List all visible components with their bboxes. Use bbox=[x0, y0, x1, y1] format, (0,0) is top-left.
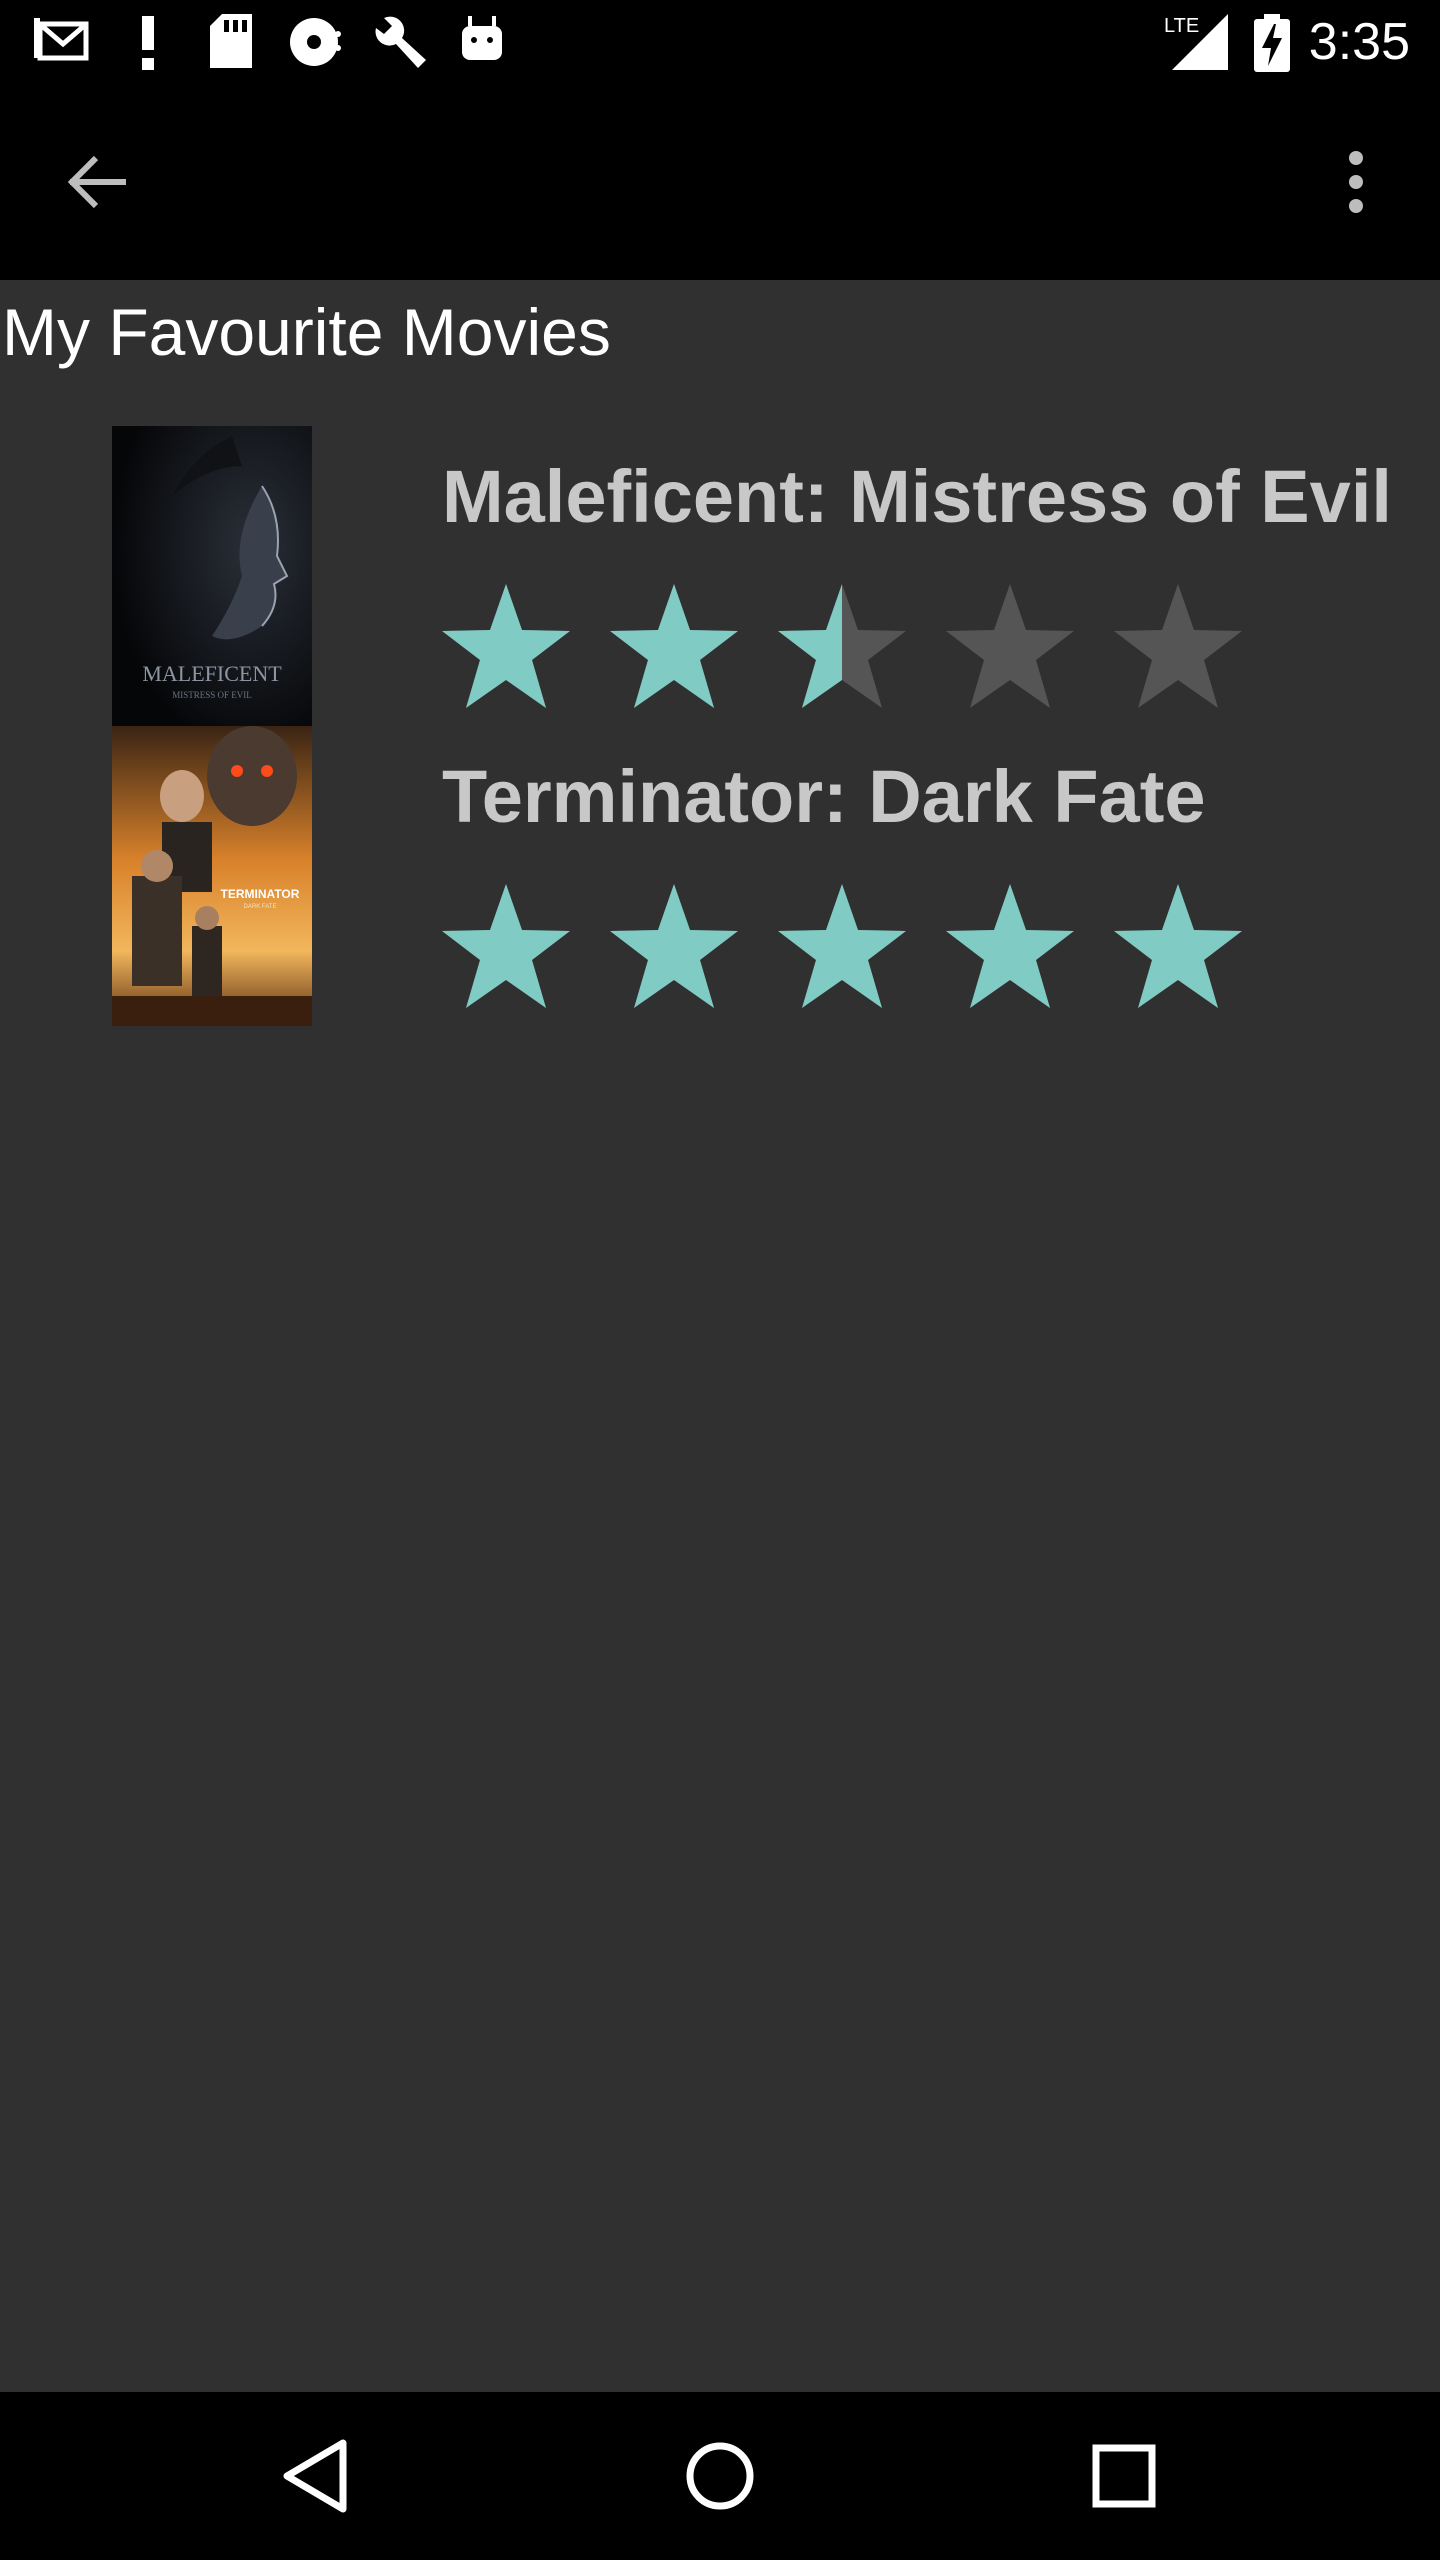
more-vert-icon bbox=[1349, 151, 1363, 213]
movie-poster: MALEFICENT MISTRESS OF EVIL bbox=[112, 426, 312, 726]
navigation-bar bbox=[0, 2392, 1440, 2560]
content-area: My Favourite Movies MALEFICENT MISTRESS … bbox=[0, 280, 1440, 2392]
battery-charging-icon bbox=[1254, 14, 1290, 72]
movie-poster: TERMINATOR DARK FATE bbox=[112, 726, 312, 1026]
star-icon[interactable] bbox=[436, 578, 576, 718]
nav-back-icon bbox=[283, 2439, 347, 2513]
alert-icon bbox=[142, 16, 154, 70]
rating-bar[interactable] bbox=[436, 878, 1248, 1018]
sd-card-icon bbox=[210, 14, 252, 68]
home-button[interactable] bbox=[670, 2426, 770, 2526]
page-title: My Favourite Movies bbox=[2, 295, 611, 369]
star-icon[interactable] bbox=[1108, 578, 1248, 718]
star-icon[interactable] bbox=[772, 878, 912, 1018]
star-icon[interactable] bbox=[940, 578, 1080, 718]
star-icon[interactable] bbox=[1108, 878, 1248, 1018]
movie-title: Maleficent: Mistress of Evil bbox=[442, 455, 1392, 538]
disc-icon bbox=[290, 18, 341, 66]
nav-back-button[interactable] bbox=[266, 2426, 366, 2526]
star-icon[interactable] bbox=[940, 878, 1080, 1018]
clock: 3:35 bbox=[1308, 13, 1410, 71]
recents-icon bbox=[1092, 2444, 1156, 2508]
movie-title: Terminator: Dark Fate bbox=[442, 755, 1206, 838]
app-bar bbox=[0, 84, 1440, 280]
back-button[interactable] bbox=[48, 134, 144, 230]
rating-bar[interactable] bbox=[436, 578, 1248, 718]
svg-text:MALEFICENT: MALEFICENT bbox=[142, 661, 282, 686]
svg-text:LTE: LTE bbox=[1164, 15, 1199, 37]
star-icon[interactable] bbox=[772, 578, 912, 718]
star-icon[interactable] bbox=[604, 578, 744, 718]
svg-text:TERMINATOR: TERMINATOR bbox=[221, 887, 300, 901]
svg-text:MISTRESS OF EVIL: MISTRESS OF EVIL bbox=[172, 690, 252, 700]
svg-text:DARK FATE: DARK FATE bbox=[244, 904, 277, 910]
gmail-icon bbox=[34, 18, 89, 61]
more-options-button[interactable] bbox=[1308, 134, 1404, 230]
status-bar: LTE 3:35 bbox=[0, 0, 1440, 84]
wrench-icon bbox=[375, 16, 426, 68]
signal-icon: LTE bbox=[1164, 14, 1228, 70]
star-icon[interactable] bbox=[604, 878, 744, 1018]
recents-button[interactable] bbox=[1074, 2426, 1174, 2526]
star-icon[interactable] bbox=[436, 878, 576, 1018]
android-icon bbox=[462, 16, 502, 60]
home-icon bbox=[686, 2442, 754, 2510]
arrow-back-icon bbox=[67, 155, 126, 209]
